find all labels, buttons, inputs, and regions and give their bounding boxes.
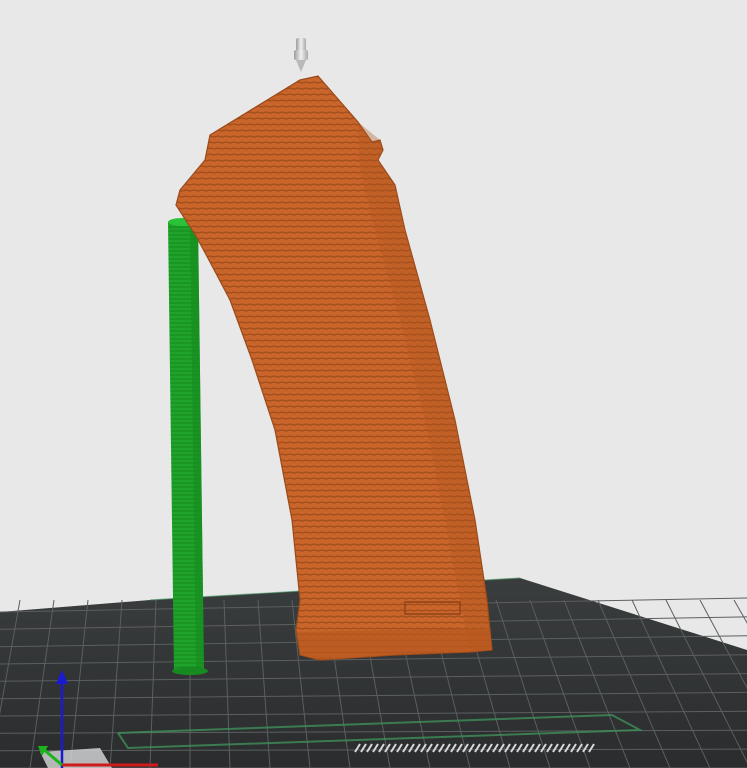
support-pillar-base (172, 667, 208, 675)
scene-canvas[interactable] (0, 0, 747, 768)
support-pillar[interactable] (168, 218, 208, 675)
sliced-model[interactable] (175, 75, 493, 661)
nozzle-icon (294, 38, 308, 72)
sliced-model-body (175, 75, 493, 661)
3d-preview-viewport[interactable] (0, 0, 747, 768)
